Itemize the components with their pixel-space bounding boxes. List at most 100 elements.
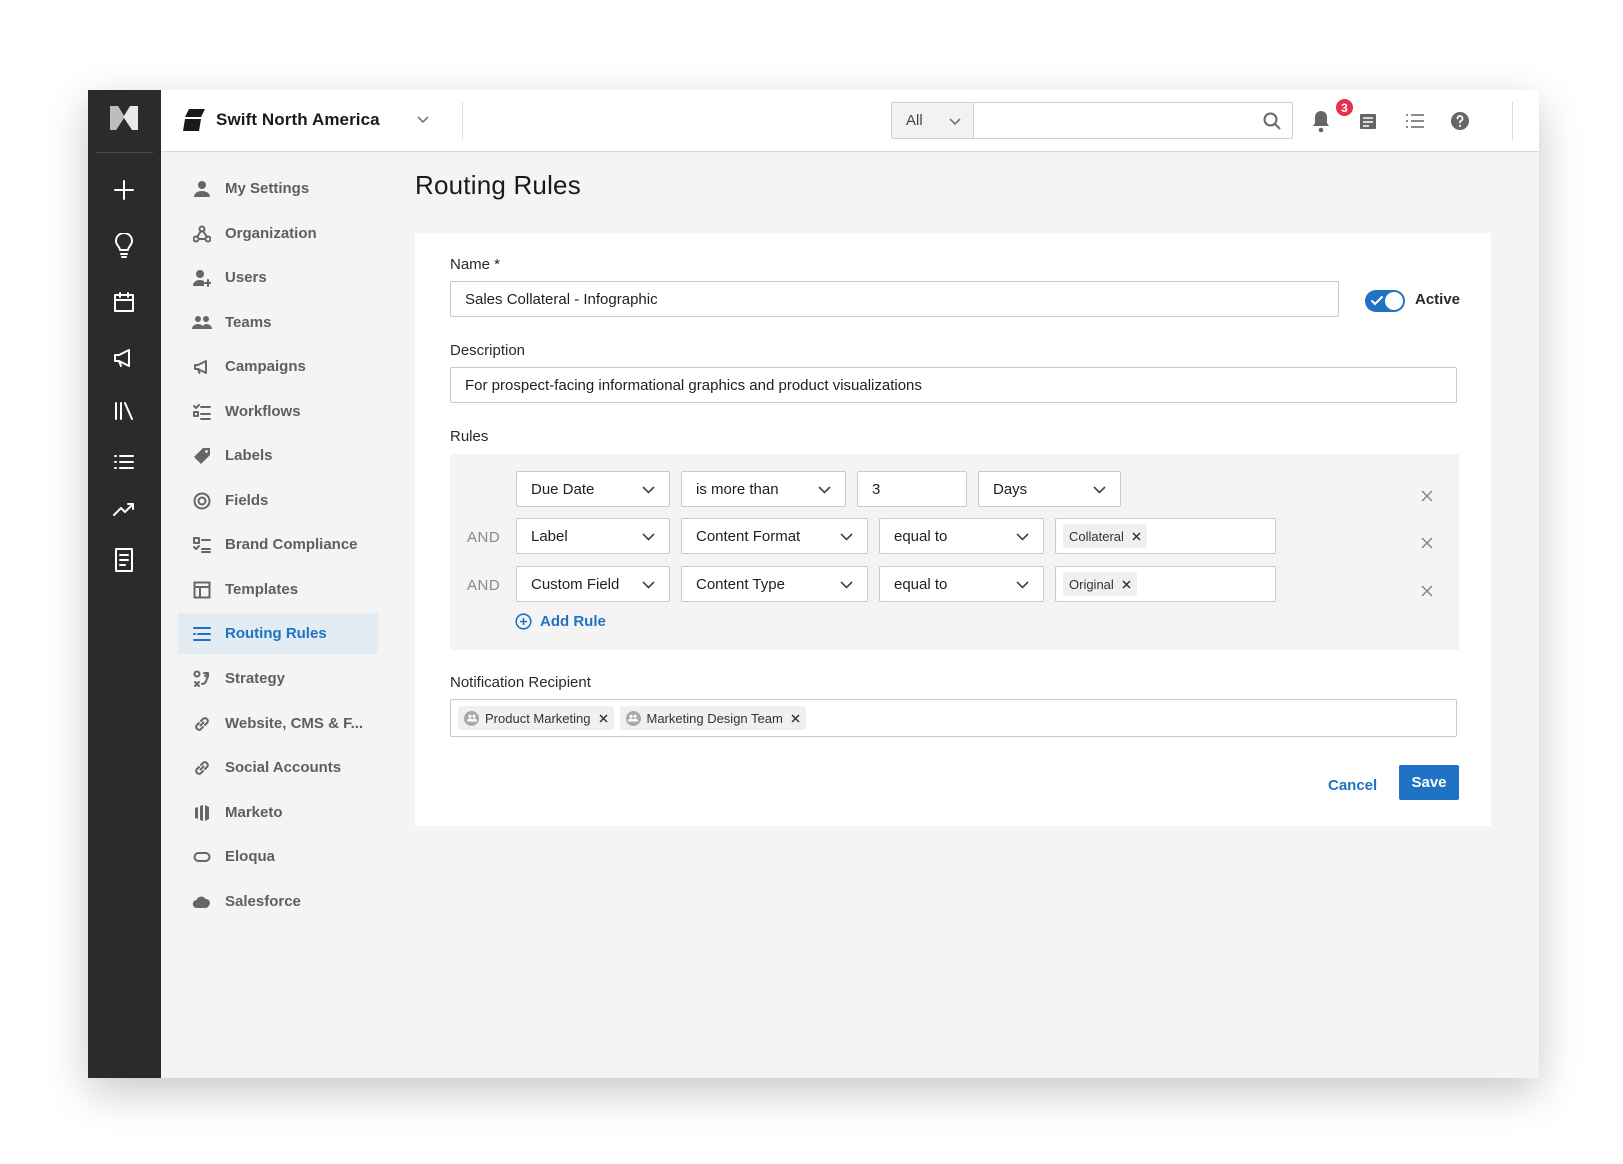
- chevron-down-icon: [642, 486, 655, 494]
- sidebar-item-fields[interactable]: Fields: [178, 480, 378, 521]
- name-label: Name *: [450, 256, 501, 273]
- target-icon: [192, 491, 212, 511]
- rule-value-input[interactable]: 3: [857, 471, 967, 507]
- rule-value-tags[interactable]: Original: [1055, 566, 1276, 602]
- rail-divider: [96, 152, 153, 153]
- megaphone-icon[interactable]: [110, 344, 138, 372]
- chevron-down-icon: [840, 533, 853, 541]
- list-icon[interactable]: [110, 448, 138, 476]
- sidebar-item-social-accounts[interactable]: Social Accounts: [178, 747, 378, 788]
- chevron-down-icon: [1016, 533, 1029, 541]
- link-icon: [192, 758, 212, 778]
- sidebar-item-brand-compliance[interactable]: Brand Compliance: [178, 524, 378, 565]
- sidebar-item-workflows[interactable]: Workflows: [178, 391, 378, 432]
- chevron-down-icon: [1016, 581, 1029, 589]
- rule-subfield-select[interactable]: Content Format: [681, 518, 868, 554]
- value-chip: Original: [1063, 572, 1137, 596]
- remove-rule-icon[interactable]: [1419, 535, 1435, 551]
- strategy-icon: [192, 669, 212, 689]
- search-bar: All: [891, 102, 1293, 139]
- plus-icon[interactable]: [110, 176, 138, 204]
- sidebar-item-strategy[interactable]: Strategy: [178, 658, 378, 699]
- chevron-down-icon: [642, 533, 655, 541]
- cancel-button[interactable]: Cancel: [1320, 768, 1385, 802]
- rule-conjunction: AND: [467, 529, 501, 546]
- document-icon[interactable]: [110, 546, 138, 574]
- sidebar-item-eloqua[interactable]: Eloqua: [178, 836, 378, 877]
- value-chip: Collateral: [1063, 524, 1147, 548]
- rule-field-select[interactable]: Custom Field: [516, 566, 670, 602]
- org-logo-icon: [181, 107, 207, 133]
- recipient-field[interactable]: Product Marketing Marketing Design Team: [450, 699, 1457, 737]
- sidebar-item-teams[interactable]: Teams: [178, 302, 378, 343]
- search-icon[interactable]: [1262, 111, 1282, 136]
- remove-chip-icon[interactable]: [1132, 531, 1141, 541]
- sidebar-item-marketo[interactable]: Marketo: [178, 792, 378, 833]
- add-rule-button[interactable]: Add Rule: [515, 613, 606, 630]
- trend-icon[interactable]: [110, 496, 138, 524]
- sidebar-item-my-settings[interactable]: My Settings: [178, 168, 378, 209]
- chevron-down-icon[interactable]: [416, 112, 430, 131]
- sidebar-item-campaigns[interactable]: Campaigns: [178, 346, 378, 387]
- logo-icon[interactable]: [108, 102, 140, 134]
- topbar-divider: [462, 102, 463, 140]
- search-input[interactable]: [978, 105, 1248, 136]
- bell-icon[interactable]: [1308, 108, 1334, 134]
- recipient-label: Notification Recipient: [450, 674, 591, 691]
- app-window: Swift North America All 3 My Settings Or…: [88, 90, 1539, 1078]
- rule-operator-select[interactable]: equal to: [879, 566, 1044, 602]
- remove-chip-icon[interactable]: [1122, 579, 1131, 589]
- sidebar-item-salesforce[interactable]: Salesforce: [178, 881, 378, 922]
- rule-field-select[interactable]: Due Date: [516, 471, 670, 507]
- sidebar-item-website-cms[interactable]: Website, CMS & F...: [178, 703, 378, 744]
- sidebar-item-users[interactable]: Users: [178, 257, 378, 298]
- recipient-chip: Marketing Design Team: [619, 706, 806, 730]
- help-icon[interactable]: [1447, 108, 1473, 134]
- remove-chip-icon[interactable]: [791, 713, 800, 723]
- save-button[interactable]: Save: [1399, 765, 1459, 800]
- active-toggle[interactable]: [1365, 290, 1405, 312]
- recipient-chip: Product Marketing: [458, 706, 614, 730]
- org-switcher[interactable]: Swift North America: [181, 107, 380, 133]
- lightbulb-icon[interactable]: [110, 232, 138, 260]
- rule-operator-select[interactable]: equal to: [879, 518, 1044, 554]
- chevron-down-icon: [818, 486, 831, 494]
- topbar-divider: [1512, 102, 1513, 140]
- rule-operator-select[interactable]: is more than: [681, 471, 846, 507]
- search-scope-value: All: [906, 112, 923, 129]
- megaphone-icon: [192, 357, 212, 377]
- link-icon: [192, 714, 212, 734]
- rule-value-tags[interactable]: Collateral: [1055, 518, 1276, 554]
- list-icon[interactable]: [1402, 108, 1428, 134]
- name-field[interactable]: Sales Collateral - Infographic: [450, 281, 1339, 317]
- calendar-icon[interactable]: [110, 288, 138, 316]
- toggle-knob: [1385, 292, 1403, 310]
- chevron-down-icon: [1093, 486, 1106, 494]
- user-add-icon: [192, 268, 212, 288]
- active-label: Active: [1415, 291, 1461, 308]
- remove-chip-icon[interactable]: [598, 713, 608, 723]
- rule-unit-select[interactable]: Days: [978, 471, 1121, 507]
- sidebar-item-templates[interactable]: Templates: [178, 569, 378, 610]
- chevron-down-icon: [840, 581, 853, 589]
- library-icon[interactable]: [110, 397, 138, 425]
- group-icon: [464, 710, 479, 726]
- rule-field-select[interactable]: Label: [516, 518, 670, 554]
- remove-rule-icon[interactable]: [1419, 583, 1435, 599]
- description-field[interactable]: For prospect-facing informational graphi…: [450, 367, 1457, 403]
- top-bar: Swift North America All 3: [161, 90, 1539, 152]
- eloqua-icon: [192, 847, 212, 867]
- organization-icon: [192, 224, 212, 244]
- sidebar-item-routing-rules[interactable]: Routing Rules: [178, 613, 378, 654]
- cloud-icon: [192, 892, 212, 912]
- description-label: Description: [450, 342, 526, 359]
- group-icon: [625, 710, 641, 726]
- sidebar-item-labels[interactable]: Labels: [178, 435, 378, 476]
- left-rail: [88, 90, 161, 1078]
- rule-subfield-select[interactable]: Content Type: [681, 566, 868, 602]
- sidebar-item-organization[interactable]: Organization: [178, 213, 378, 254]
- rules-panel: Due Date is more than 3 Days AND Label C…: [450, 454, 1459, 650]
- remove-rule-icon[interactable]: [1419, 488, 1435, 504]
- search-scope-dropdown[interactable]: All: [892, 103, 974, 138]
- tasks-icon[interactable]: [1355, 108, 1381, 134]
